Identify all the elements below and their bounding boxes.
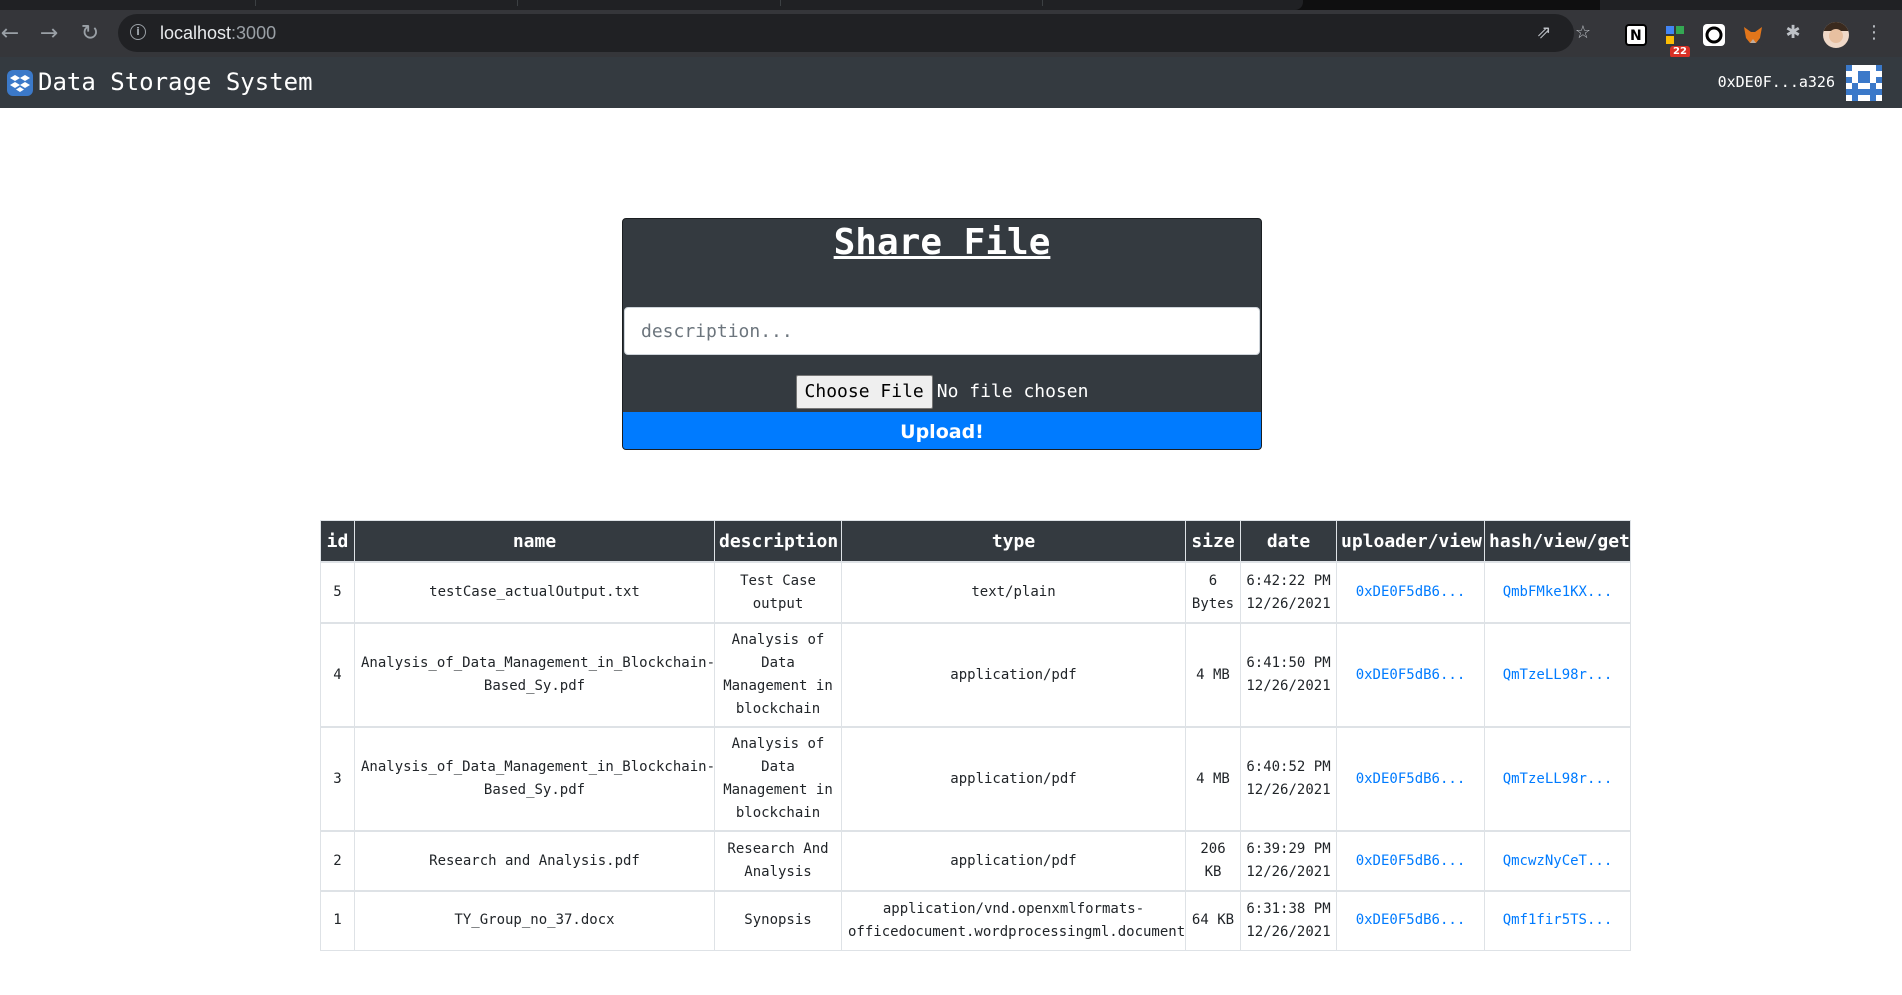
- cell-type: text/plain: [841, 561, 1186, 624]
- choose-file-button[interactable]: Choose File: [795, 375, 933, 409]
- column-header-size: size: [1185, 520, 1241, 563]
- table-row: 4 Analysis_of_Data_Management_in_Blockch…: [320, 622, 1631, 728]
- cell-description: Analysis of Data Management in blockchai…: [714, 726, 842, 832]
- circle-extension-icon[interactable]: [1703, 24, 1725, 46]
- file-input[interactable]: Choose File No file chosen: [623, 375, 1261, 411]
- cell-id: 1: [320, 890, 355, 951]
- reload-icon[interactable]: ↻: [76, 20, 104, 48]
- table-header-row: id name description type size date uploa…: [320, 520, 1631, 563]
- uploader-link[interactable]: 0xDE0F5dB6...: [1336, 622, 1485, 728]
- browser-toolbar: ← → ↻ i localhost:3000 ⇗ ☆ N 22 ✱ ⋮: [0, 10, 1902, 58]
- cell-name: TY_Group_no_37.docx: [354, 890, 715, 951]
- url-text[interactable]: localhost:3000: [160, 14, 276, 52]
- address-bar[interactable]: i localhost:3000 ⇗: [118, 14, 1574, 52]
- cell-size: 64 KB: [1185, 890, 1241, 951]
- dropbox-logo-icon[interactable]: [7, 70, 33, 96]
- cell-size: 6 Bytes: [1185, 561, 1241, 624]
- table-row: 1 TY_Group_no_37.docx Synopsis applicati…: [320, 890, 1631, 951]
- account-address: 0xDE0F...a326: [1717, 73, 1835, 91]
- cell-type: application/pdf: [841, 830, 1186, 892]
- cell-name: Research and Analysis.pdf: [354, 830, 715, 892]
- upload-button[interactable]: Upload!: [623, 412, 1261, 449]
- hash-link[interactable]: QmcwzNyCeT...: [1484, 830, 1631, 892]
- cell-date: 6:41:50 PM 12/26/2021: [1240, 622, 1337, 728]
- cell-type: application/pdf: [841, 726, 1186, 832]
- column-header-description: description: [714, 520, 842, 563]
- table-row: 2 Research and Analysis.pdf Research And…: [320, 830, 1631, 892]
- table-row: 5 testCase_actualOutput.txt Test Case ou…: [320, 561, 1631, 624]
- tab-separator: [517, 0, 518, 6]
- app-title[interactable]: Data Storage System: [38, 57, 313, 108]
- cell-id: 2: [320, 830, 355, 892]
- cell-description: Analysis of Data Management in blockchai…: [714, 622, 842, 728]
- cell-type: application/pdf: [841, 622, 1186, 728]
- site-info-icon[interactable]: i: [130, 24, 146, 40]
- column-header-type: type: [841, 520, 1186, 563]
- uploader-link[interactable]: 0xDE0F5dB6...: [1336, 726, 1485, 832]
- column-header-uploader: uploader/view: [1336, 520, 1485, 563]
- cell-description: Research And Analysis: [714, 830, 842, 892]
- cell-date: 6:40:52 PM 12/26/2021: [1240, 726, 1337, 832]
- cell-id: 3: [320, 726, 355, 832]
- cell-type: application/vnd.openxmlformats-officedoc…: [841, 890, 1186, 951]
- share-file-card: Share File Choose FileNo file chosen Upl…: [622, 218, 1262, 450]
- cell-size: 4 MB: [1185, 622, 1241, 728]
- cell-name: Analysis_of_Data_Management_in_Blockchai…: [354, 726, 715, 832]
- svg-text:N: N: [1630, 28, 1642, 44]
- cell-id: 4: [320, 622, 355, 728]
- no-file-chosen-text: No file chosen: [936, 381, 1089, 402]
- share-file-title: Share File: [833, 222, 1051, 263]
- active-tab[interactable]: [0, 0, 1303, 10]
- cell-name: testCase_actualOutput.txt: [354, 561, 715, 624]
- table-row: 3 Analysis_of_Data_Management_in_Blockch…: [320, 726, 1631, 832]
- cell-id: 5: [320, 561, 355, 624]
- puzzle-extensions-icon[interactable]: ✱: [1783, 23, 1803, 43]
- cell-name: Analysis_of_Data_Management_in_Blockchai…: [354, 622, 715, 728]
- cell-size: 4 MB: [1185, 726, 1241, 832]
- uploader-link[interactable]: 0xDE0F5dB6...: [1336, 561, 1485, 624]
- cell-date: 6:42:22 PM 12/26/2021: [1240, 561, 1337, 624]
- uploader-link[interactable]: 0xDE0F5dB6...: [1336, 830, 1485, 892]
- tab-separator: [1042, 0, 1043, 6]
- column-header-date: date: [1240, 520, 1337, 563]
- back-icon[interactable]: ←: [0, 20, 24, 48]
- forward-icon[interactable]: →: [35, 20, 63, 48]
- cell-date: 6:39:29 PM 12/26/2021: [1240, 830, 1337, 892]
- column-header-id: id: [320, 520, 355, 563]
- hash-link[interactable]: Qmf1fir5TS...: [1484, 890, 1631, 951]
- column-header-hash: hash/view/get: [1484, 520, 1631, 563]
- browser-tab-strip: [0, 0, 1902, 10]
- hash-link[interactable]: QmbFMke1KX...: [1484, 561, 1631, 624]
- hash-link[interactable]: QmTzeLL98r...: [1484, 726, 1631, 832]
- metamask-fox-icon[interactable]: [1742, 24, 1764, 46]
- column-header-name: name: [354, 520, 715, 563]
- files-table: id name description type size date uploa…: [320, 520, 1631, 951]
- cell-description: Synopsis: [714, 890, 842, 951]
- tab-separator: [255, 0, 256, 6]
- cell-size: 206 KB: [1185, 830, 1241, 892]
- app-navbar: Data Storage System 0xDE0F...a326: [0, 57, 1902, 108]
- extension-icon[interactable]: [1664, 24, 1686, 46]
- profile-avatar[interactable]: [1823, 22, 1849, 48]
- hash-link[interactable]: QmTzeLL98r...: [1484, 622, 1631, 728]
- inactive-tab[interactable]: [1600, 0, 1902, 10]
- notion-extension-icon[interactable]: N: [1625, 24, 1647, 46]
- description-input[interactable]: [624, 307, 1260, 355]
- uploader-link[interactable]: 0xDE0F5dB6...: [1336, 890, 1485, 951]
- cell-description: Test Case output: [714, 561, 842, 624]
- menu-kebab-icon[interactable]: ⋮: [1864, 23, 1884, 43]
- bookmark-star-icon[interactable]: ☆: [1573, 23, 1593, 43]
- account-identicon: [1846, 65, 1882, 101]
- tab-separator: [780, 0, 781, 6]
- cell-date: 6:31:38 PM 12/26/2021: [1240, 890, 1337, 951]
- share-icon[interactable]: ⇗: [1534, 23, 1554, 43]
